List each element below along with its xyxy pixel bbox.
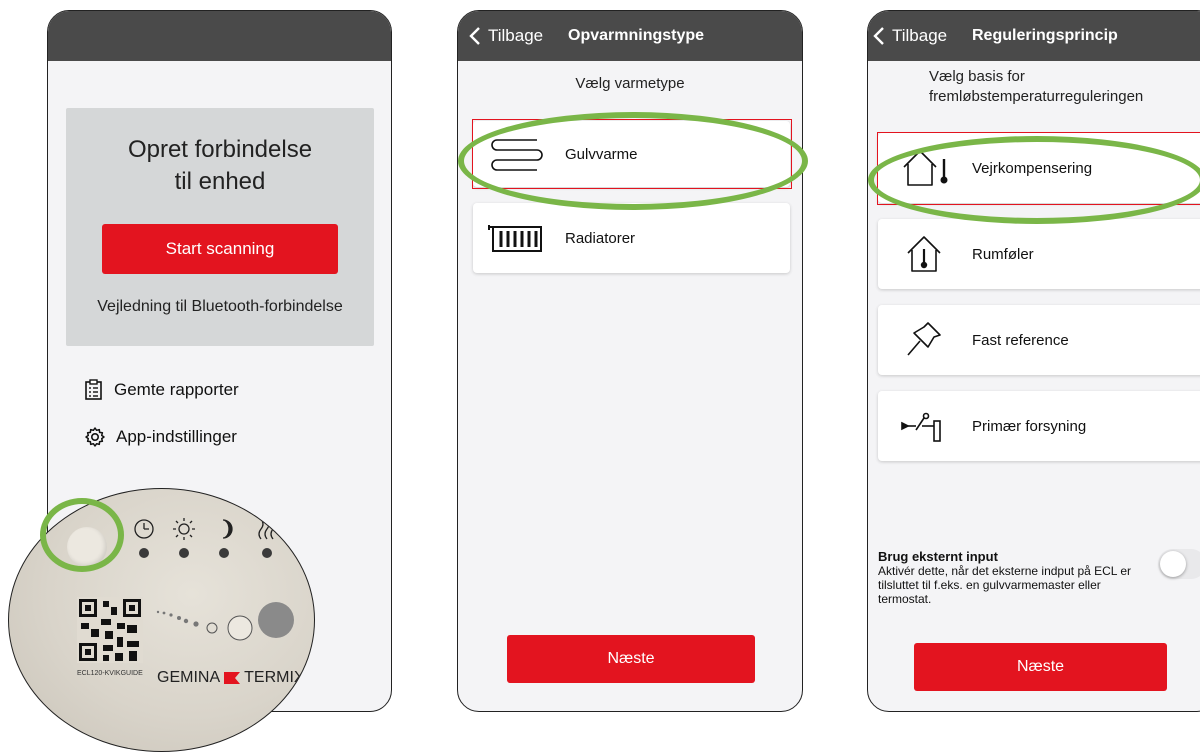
brand-graphic — [156, 602, 294, 641]
saved-reports-item[interactable]: Gemte rapporter — [84, 379, 239, 401]
page-subtitle: Vælg basis for fremløbstemperaturreguler… — [929, 67, 1143, 107]
chevron-left-icon — [873, 27, 884, 45]
report-icon — [85, 379, 102, 400]
subtitle-line1: Vælg basis for — [929, 68, 1025, 85]
brand-mark-icon — [224, 672, 241, 684]
start-scanning-button[interactable]: Start scanning — [102, 224, 338, 274]
brand-right-text: TERMIX — [244, 669, 305, 686]
chevron-left-icon — [469, 27, 480, 45]
connect-heading: Opret forbindelse til enhed — [66, 134, 374, 198]
device-photo: ECL120-KVIKGUIDE GEMINA TERMIX — [8, 488, 315, 752]
primary-supply-icon — [901, 412, 941, 442]
app-settings-label: App-indstillinger — [116, 427, 237, 446]
option-label: Primær forsyning — [972, 417, 1087, 435]
back-label: Tilbage — [892, 26, 948, 45]
brand-left-text: GEMINA — [157, 669, 221, 686]
page-subtitle: Vælg varmetype — [575, 75, 685, 92]
external-input-title: Brug eksternt input — [878, 549, 998, 564]
top-bar — [48, 11, 391, 61]
top-bar: Tilbage Opvarmningstype — [458, 11, 802, 61]
device-button — [67, 527, 107, 567]
back-button[interactable]: Tilbage — [468, 26, 543, 46]
connect-heading-line1: Opret forbindelse — [127, 136, 313, 163]
option-fixed-reference[interactable]: Fast reference — [878, 305, 1200, 375]
app-settings-item[interactable]: App-indstillinger — [84, 426, 237, 448]
option-label: Fast reference — [972, 331, 1069, 349]
option-primary-supply[interactable]: Primær forsyning — [878, 391, 1200, 461]
radiator-icon — [488, 225, 542, 252]
connect-heading-line2: til enhed — [174, 168, 266, 195]
option-label: Rumføler — [972, 245, 1034, 263]
option-room-sensor[interactable]: Rumføler — [878, 219, 1200, 289]
top-bar: Tilbage Reguleringsprincip — [868, 11, 1200, 61]
room-sensor-icon — [907, 236, 941, 272]
phone-screen-heating-type: Tilbage Opvarmningstype Vælg varmetype G… — [457, 10, 803, 712]
brand-logo: GEMINA TERMIX — [157, 669, 305, 687]
saved-reports-label: Gemte rapporter — [114, 380, 239, 399]
option-label: Vejrkompensering — [972, 159, 1093, 177]
page-title: Reguleringsprincip — [972, 27, 1118, 44]
subtitle-line2: fremløbstemperaturreguleringen — [929, 88, 1144, 105]
option-label: Radiatorer — [565, 229, 636, 247]
next-button[interactable]: Næste — [507, 635, 755, 683]
qr-caption: ECL120-KVIKGUIDE — [77, 670, 143, 677]
toggle-knob — [1160, 551, 1186, 577]
page-title: Opvarmningstype — [568, 27, 705, 44]
device-mode-icons — [134, 518, 276, 558]
house-thermometer-icon — [903, 150, 948, 186]
pushpin-icon — [907, 322, 941, 356]
qr-code — [77, 597, 143, 663]
phone-screen-control-principle: Tilbage Reguleringsprincip Vælg basis fo… — [867, 10, 1200, 712]
floor-heating-icon — [491, 139, 543, 171]
external-input-description: Aktivér dette, når det eksterne indput p… — [878, 564, 1132, 606]
option-radiators[interactable]: Radiatorer — [473, 203, 790, 273]
option-label: Gulvvarme — [565, 145, 638, 163]
back-label: Tilbage — [488, 26, 544, 45]
external-input-toggle[interactable] — [1158, 549, 1200, 579]
option-weather-compensation[interactable]: Vejrkompensering — [878, 133, 1200, 203]
next-button[interactable]: Næste — [914, 643, 1167, 691]
gear-icon — [85, 427, 105, 447]
back-button[interactable]: Tilbage — [872, 26, 947, 46]
bluetooth-guide-link[interactable]: Vejledning til Bluetooth-forbindelse — [66, 298, 374, 316]
option-floor-heating[interactable]: Gulvvarme — [473, 121, 790, 187]
connect-panel: Opret forbindelse til enhed Start scanni… — [66, 108, 374, 346]
